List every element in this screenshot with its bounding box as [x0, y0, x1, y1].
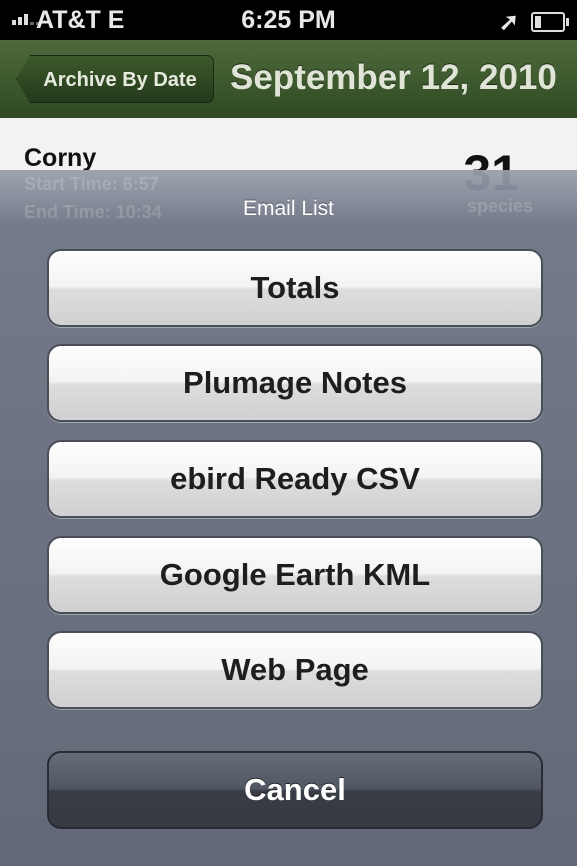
status-bar: AT&T E 6:25 PM ➚: [0, 0, 577, 40]
google-earth-kml-button[interactable]: Google Earth KML: [47, 536, 543, 614]
ebird-csv-button[interactable]: ebird Ready CSV: [47, 440, 543, 518]
location-arrow-icon: ➚: [498, 9, 519, 36]
action-sheet-title: Email List: [242, 197, 335, 220]
session-name: Corny: [24, 144, 97, 172]
navigation-bar: Archive By Date September 12, 2010: [0, 40, 577, 119]
action-sheet: Start Time: 6:57 End Time: 10:34 species…: [0, 170, 577, 866]
cancel-button[interactable]: Cancel: [47, 751, 543, 829]
page-title: September 12, 2010: [230, 58, 557, 97]
totals-button[interactable]: Totals: [47, 249, 543, 327]
clock: 6:25 PM: [241, 6, 336, 34]
start-time-label: Start Time: 6:57: [24, 174, 159, 194]
back-button[interactable]: Archive By Date: [16, 55, 214, 103]
plumage-notes-button[interactable]: Plumage Notes: [47, 344, 543, 422]
battery-icon: [531, 12, 569, 32]
web-page-button[interactable]: Web Page: [47, 631, 543, 709]
